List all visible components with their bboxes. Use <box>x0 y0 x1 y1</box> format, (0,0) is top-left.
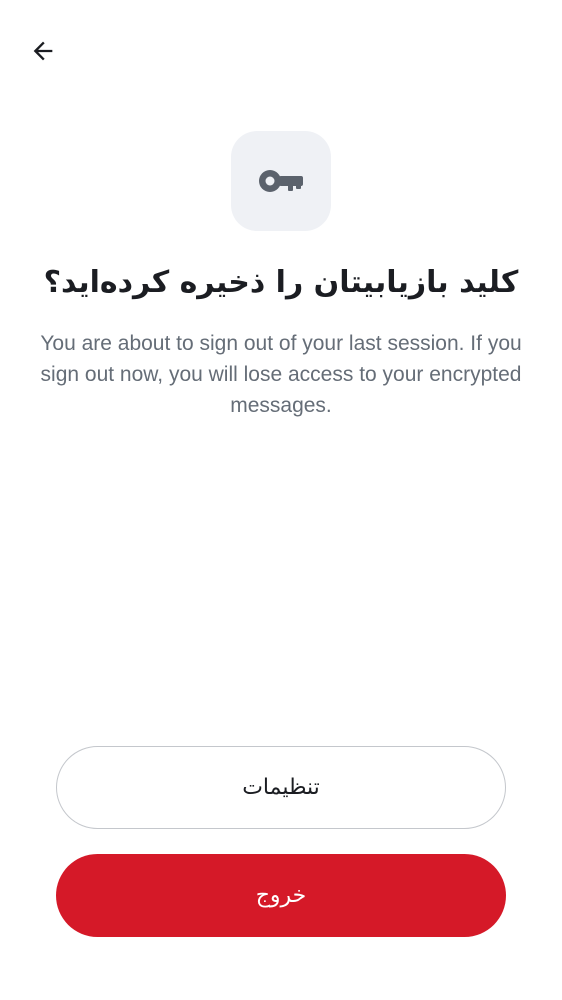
arrow-left-icon <box>33 41 53 61</box>
settings-button[interactable]: تنظیمات <box>56 746 506 829</box>
sign-out-button[interactable]: خروج <box>56 854 506 937</box>
sign-out-button-label: خروج <box>255 883 307 908</box>
settings-button-label: تنظیمات <box>242 775 320 800</box>
description-text: You are about to sign out of your last s… <box>40 332 522 417</box>
key-icon-tile <box>231 131 331 231</box>
back-button[interactable] <box>24 32 62 70</box>
key-icon <box>259 170 303 192</box>
page-title: کلید بازیابیتان را ذخیره کرده‌اید؟ <box>43 265 519 300</box>
